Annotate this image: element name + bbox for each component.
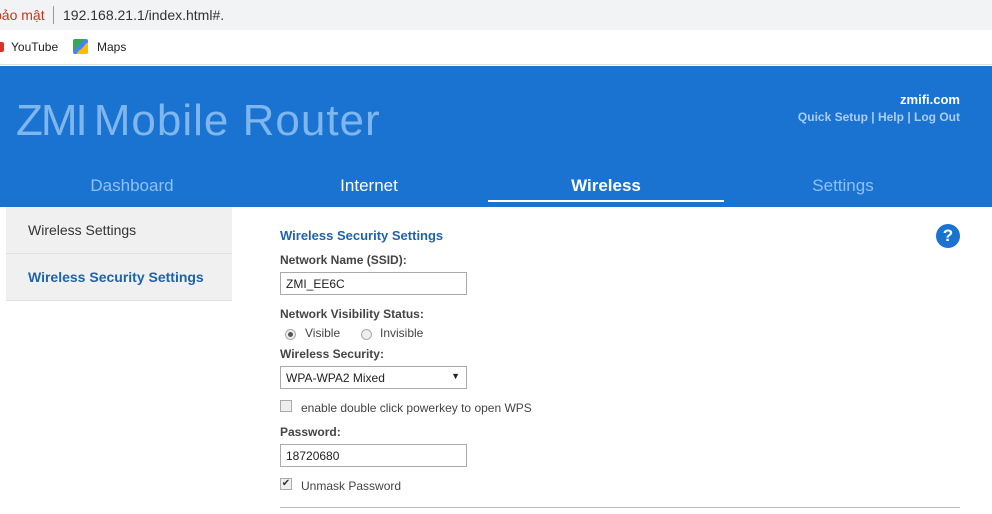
unmask-checkbox[interactable]: ✔: [280, 478, 292, 490]
invisible-label: Invisible: [380, 326, 424, 340]
password-input[interactable]: 18720680: [280, 444, 467, 467]
router-header: ZMI Mobile Router zmifi.com Quick Setup |…: [0, 66, 992, 207]
tab-dashboard[interactable]: Dashboard: [14, 176, 250, 196]
url-text[interactable]: 192.168.21.1/index.html#.: [63, 7, 224, 23]
invisible-radio[interactable]: [361, 329, 372, 340]
quick-setup-link[interactable]: Quick Setup: [798, 110, 868, 124]
security-label: Wireless Security:: [280, 347, 384, 361]
dropdown-arrow-icon: ▼: [451, 371, 460, 381]
divider: [53, 6, 54, 24]
form-title: Wireless Security Settings: [280, 228, 444, 243]
tab-wireless[interactable]: Wireless: [488, 176, 724, 196]
tab-internet[interactable]: Internet: [251, 176, 487, 196]
sidebar: Wireless Settings Wireless Security Sett…: [6, 207, 232, 301]
address-bar[interactable]: bảo mật 192.168.21.1/index.html#.: [0, 0, 992, 30]
site-name: zmifi.com: [900, 92, 960, 107]
visible-label: Visible: [305, 326, 341, 340]
wps-label: enable double click powerkey to open WPS: [301, 401, 532, 415]
logo: ZMI Mobile Router: [16, 96, 381, 145]
bookmark-maps[interactable]: Maps: [97, 40, 126, 54]
ssid-input[interactable]: ZMI_EE6C: [280, 272, 467, 295]
bookmark-youtube[interactable]: YouTube: [11, 40, 58, 54]
help-link[interactable]: Help: [878, 110, 904, 124]
ssid-label: Network Name (SSID):: [280, 253, 407, 267]
visibility-label: Network Visibility Status:: [280, 307, 424, 321]
logout-link[interactable]: Log Out: [914, 110, 960, 124]
wps-checkbox[interactable]: [280, 400, 292, 412]
sidebar-item-wireless-security[interactable]: Wireless Security Settings: [6, 254, 232, 301]
unmask-label: Unmask Password: [301, 479, 402, 493]
active-tab-indicator: [488, 200, 724, 202]
password-label: Password:: [280, 425, 341, 439]
security-select[interactable]: WPA-WPA2 Mixed ▼: [280, 366, 467, 389]
security-label[interactable]: bảo mật: [0, 7, 45, 23]
maps-icon: [73, 39, 88, 54]
sidebar-item-wireless-settings[interactable]: Wireless Settings: [6, 207, 232, 254]
header-links: Quick Setup | Help | Log Out: [797, 110, 960, 124]
divider: [280, 507, 960, 508]
bookmarks-bar: YouTube Maps: [0, 30, 992, 65]
tab-settings[interactable]: Settings: [725, 176, 961, 196]
help-icon[interactable]: ?: [936, 224, 960, 248]
youtube-icon: [0, 42, 4, 52]
visible-radio[interactable]: [285, 329, 296, 340]
